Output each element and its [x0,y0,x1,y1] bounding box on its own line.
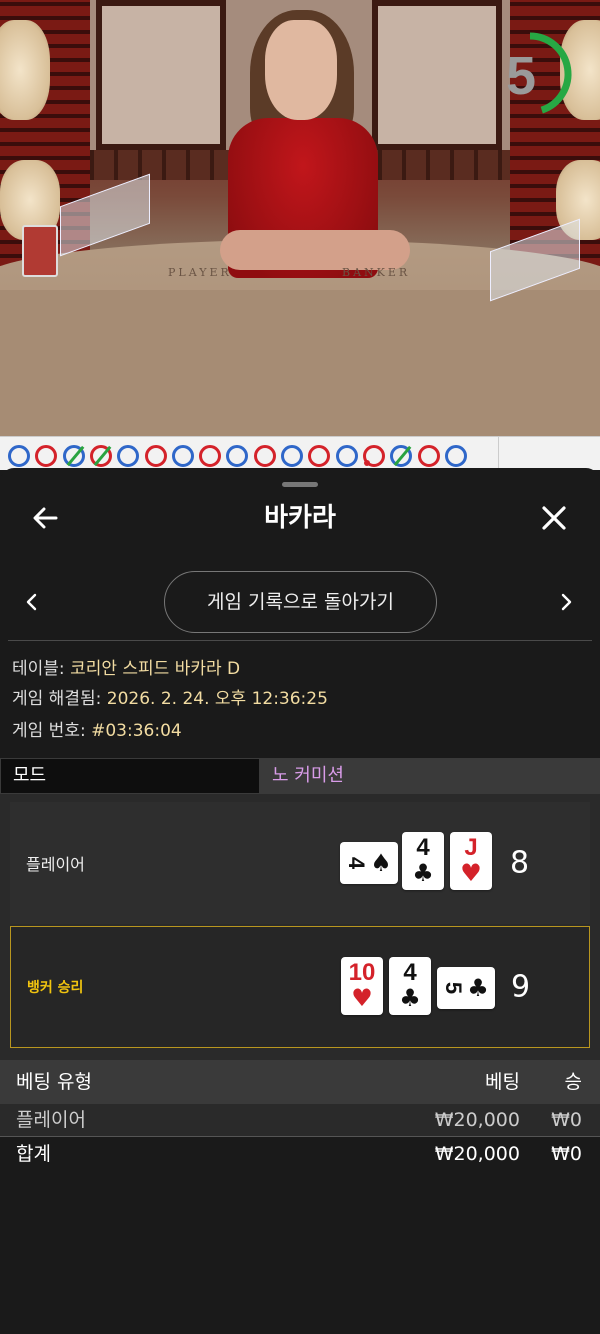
player-score: 8 [510,845,530,881]
info-resolved-label: 게임 해결됨: [12,689,107,709]
game-history-sheet: 바카라 게임 기록으로 돌아가기 테이블: 코리안 스피드 바카라 D 게임 해… [0,468,600,1334]
tie-mark [93,445,112,467]
card-suit-icon: ♣ [467,974,489,1002]
mode-row: 모드 노 커미션 [0,758,600,794]
close-button[interactable] [536,500,572,536]
playing-card: 4 ♠ [340,842,398,884]
bead-player [171,445,194,467]
roadmap-divider [498,437,499,471]
card-suit-icon: ♠ [370,849,392,877]
playing-card: 10 ♥ [341,957,383,1015]
card-suit-icon: ♣ [399,984,421,1012]
info-game-number: 게임 번호: #03:36:04 [12,720,182,742]
tie-mark [66,445,84,467]
live-video-feed: PLAYER BANKER 5 [0,0,600,436]
chevron-right-icon [561,593,572,611]
next-game-button[interactable] [554,588,578,616]
hands-panel: 플레이어 4 ♠ 4 ♣ J ♥ 8 뱅커 승리 10 ♥ 4 ♣ 5 ♣ 9 [0,794,600,1060]
card-rank: 4 [344,856,369,870]
timer-value: 5 [506,46,537,106]
tie-mark [393,445,412,467]
bead-banker [199,445,222,467]
bead-banker [417,445,440,467]
table-front [0,290,600,436]
card-deck [22,225,58,277]
previous-game-button[interactable] [20,588,44,616]
divider [8,640,592,641]
chevron-left-icon [26,593,37,611]
playing-card: 4 ♣ [389,957,431,1015]
card-rank: 10 [348,959,376,986]
bead-banker [35,445,58,467]
bet-type: 플레이어 [16,1109,86,1131]
lantern [0,20,50,120]
pair-dot [363,460,370,466]
backdrop-panel [372,0,502,150]
table-label-player: PLAYER [168,266,232,279]
header-bet: 베팅 [485,1071,520,1093]
banker-score: 9 [511,969,531,1005]
bet-amount: ₩20,000 [434,1109,520,1131]
card-suit-icon: ♥ [460,859,482,887]
bead-banker [253,445,276,467]
card-suit-icon: ♣ [412,859,434,887]
bead-banker [89,445,112,467]
sheet-title: 바카라 [264,503,336,533]
info-table-label: 테이블: [12,659,71,679]
bead-player [444,445,467,467]
table-label-banker: BANKER [342,266,411,279]
bead-player [117,445,140,467]
bead-banker [308,445,331,467]
header-win: 승 [564,1071,582,1093]
table-row: 플레이어 ₩20,000 ₩0 [0,1104,600,1137]
card-suit-icon: ♥ [351,984,373,1012]
playing-card: 4 ♣ [402,832,444,890]
close-icon [542,506,566,530]
playing-card: J ♥ [450,832,492,890]
player-hand: 플레이어 4 ♠ 4 ♣ J ♥ 8 [10,802,590,924]
card-rank: 5 [441,981,466,995]
banker-hand-label: 뱅커 승리 [27,980,84,996]
info-number-label: 게임 번호: [12,721,92,741]
bead-road[interactable] [0,436,600,471]
bets-header-row: 베팅 유형 베팅 승 [0,1060,600,1104]
return-to-history-button[interactable]: 게임 기록으로 돌아가기 [164,571,437,633]
bead-player [390,445,413,467]
bead-player [281,445,303,467]
total-bet: ₩20,000 [434,1143,520,1165]
mode-value: 노 커미션 [260,758,600,794]
card-rank: 4 [403,959,417,986]
bead-banker [144,445,167,467]
bead-player [62,445,85,467]
bead-player [8,445,30,467]
drag-handle[interactable] [282,482,318,487]
info-table-value: 코리안 스피드 바카라 D [70,659,241,679]
header-bet-type: 베팅 유형 [16,1071,92,1093]
bead-banker [362,445,385,467]
player-hand-label: 플레이어 [26,855,85,874]
card-rank: 4 [416,834,430,861]
backdrop-panel [96,0,226,150]
total-row: 합계 ₩20,000 ₩0 [0,1138,600,1171]
dealer-head [265,20,337,120]
card-rank: J [464,834,478,861]
total-label: 합계 [16,1143,51,1165]
countdown-timer: 5 [498,24,578,118]
info-table: 테이블: 코리안 스피드 바카라 D [12,658,240,680]
win-amount: ₩0 [551,1109,582,1131]
bead-player [226,445,249,467]
bead-player [335,445,358,467]
banker-hand: 뱅커 승리 10 ♥ 4 ♣ 5 ♣ 9 [10,926,590,1048]
info-resolved-value: 2026. 2. 24. 오후 12:36:25 [106,689,328,709]
info-number-value: #03:36:04 [91,721,182,741]
dealer-arms [220,230,410,270]
mode-label: 모드 [0,758,260,794]
playing-card: 5 ♣ [437,967,495,1009]
info-resolved: 게임 해결됨: 2026. 2. 24. 오후 12:36:25 [12,688,328,710]
total-win: ₩0 [551,1143,582,1165]
